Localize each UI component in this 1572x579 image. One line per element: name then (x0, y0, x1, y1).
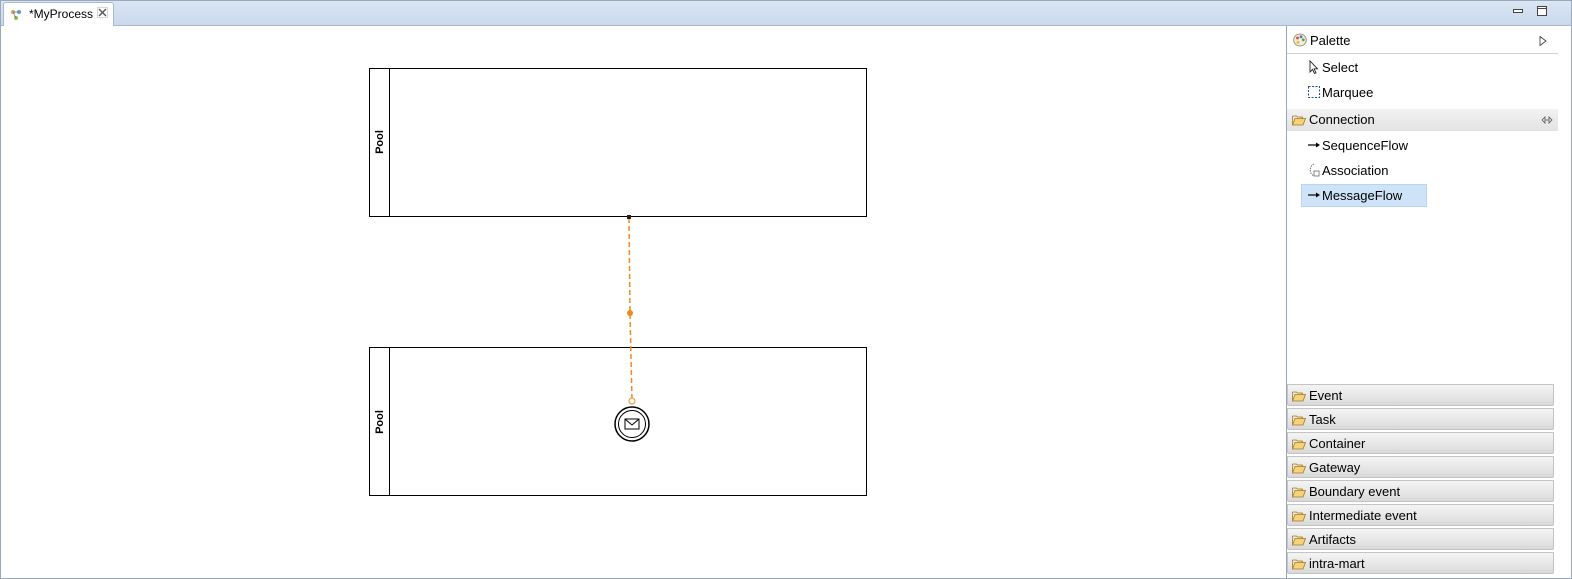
collapse-arrow-icon[interactable] (1539, 36, 1547, 46)
maximize-icon[interactable] (1536, 5, 1548, 17)
process-diagram: Pool Pool (369, 68, 867, 496)
tool-label: Select (1322, 60, 1359, 75)
arrow-right-icon (1308, 192, 1320, 198)
diagram-canvas[interactable]: Pool Pool (2, 26, 1286, 578)
drawer-label: Artifacts (1309, 532, 1356, 547)
editor-tab-bar: *MyProcess (1, 1, 1571, 26)
folder-icon (1292, 391, 1306, 402)
tab-title: *MyProcess (29, 7, 94, 21)
tool-label: Association (1322, 163, 1389, 178)
tool-messageflow[interactable]: MessageFlow (1301, 184, 1427, 207)
drawer-label: Container (1309, 436, 1366, 451)
process-diagram-icon (11, 10, 21, 20)
folder-icon (1292, 535, 1306, 546)
drawer-event[interactable]: Event (1287, 384, 1554, 406)
drawer-intra-mart[interactable]: intra-mart (1287, 552, 1554, 574)
drawer-artifacts[interactable]: Artifacts (1287, 528, 1554, 550)
drawer-label: Task (1309, 412, 1336, 427)
folder-icon (1292, 511, 1306, 522)
connection-end-handle[interactable] (628, 397, 636, 405)
connection-handle[interactable] (627, 215, 631, 219)
arrow-pointer-icon (1309, 60, 1319, 74)
drawer-intermediate-event[interactable]: Intermediate event (1287, 504, 1554, 526)
pool-shape[interactable]: Pool (369, 68, 867, 217)
close-icon[interactable] (97, 7, 108, 18)
message-start-event[interactable] (614, 406, 650, 442)
drawer-connection[interactable]: Connection (1287, 109, 1558, 131)
folder-icon (1292, 559, 1306, 570)
tool-label: SequenceFlow (1322, 138, 1408, 153)
folder-icon (1292, 487, 1306, 498)
pool-label: Pool (374, 130, 386, 154)
drawer-label: intra-mart (1309, 556, 1365, 571)
drawer-label: Boundary event (1309, 484, 1401, 499)
folder-open-icon (1292, 115, 1306, 126)
arrow-right-icon (1308, 142, 1320, 148)
drawer-label: Event (1309, 388, 1343, 403)
tool-label: MessageFlow (1322, 188, 1403, 203)
editor-window: *MyProcess Pool Pool Palette Select Marq… (0, 0, 1572, 579)
palette-icon (1293, 33, 1307, 47)
drawer-label: Connection (1309, 112, 1375, 127)
marquee-icon (1308, 86, 1320, 98)
palette-title: Palette (1310, 33, 1351, 48)
tool-association[interactable]: Association (1302, 160, 1442, 181)
tool-label: Marquee (1322, 85, 1374, 100)
drawer-label: Gateway (1309, 460, 1361, 475)
palette-header[interactable]: Palette (1287, 26, 1558, 54)
envelope-icon (624, 418, 640, 430)
minimize-icon[interactable] (1512, 5, 1524, 17)
drawer-container[interactable]: Container (1287, 432, 1554, 454)
palette-panel: Palette Select Marquee Connection Sequen… (1286, 26, 1558, 578)
connection-bendpoint-handle[interactable] (627, 310, 633, 316)
drawer-label: Intermediate event (1309, 508, 1417, 523)
tool-select[interactable]: Select (1302, 57, 1432, 78)
tool-marquee[interactable]: Marquee (1302, 82, 1432, 103)
pool-label: Pool (374, 410, 386, 434)
editor-tab-myprocess[interactable]: *MyProcess (3, 2, 114, 26)
folder-icon (1292, 463, 1306, 474)
association-icon (1309, 163, 1320, 177)
pin-icon[interactable] (1541, 115, 1553, 125)
tool-sequenceflow[interactable]: SequenceFlow (1302, 135, 1442, 156)
drawer-task[interactable]: Task (1287, 408, 1554, 430)
folder-icon (1292, 439, 1306, 450)
drawer-boundary-event[interactable]: Boundary event (1287, 480, 1554, 502)
folder-icon (1292, 415, 1306, 426)
drawer-gateway[interactable]: Gateway (1287, 456, 1554, 478)
